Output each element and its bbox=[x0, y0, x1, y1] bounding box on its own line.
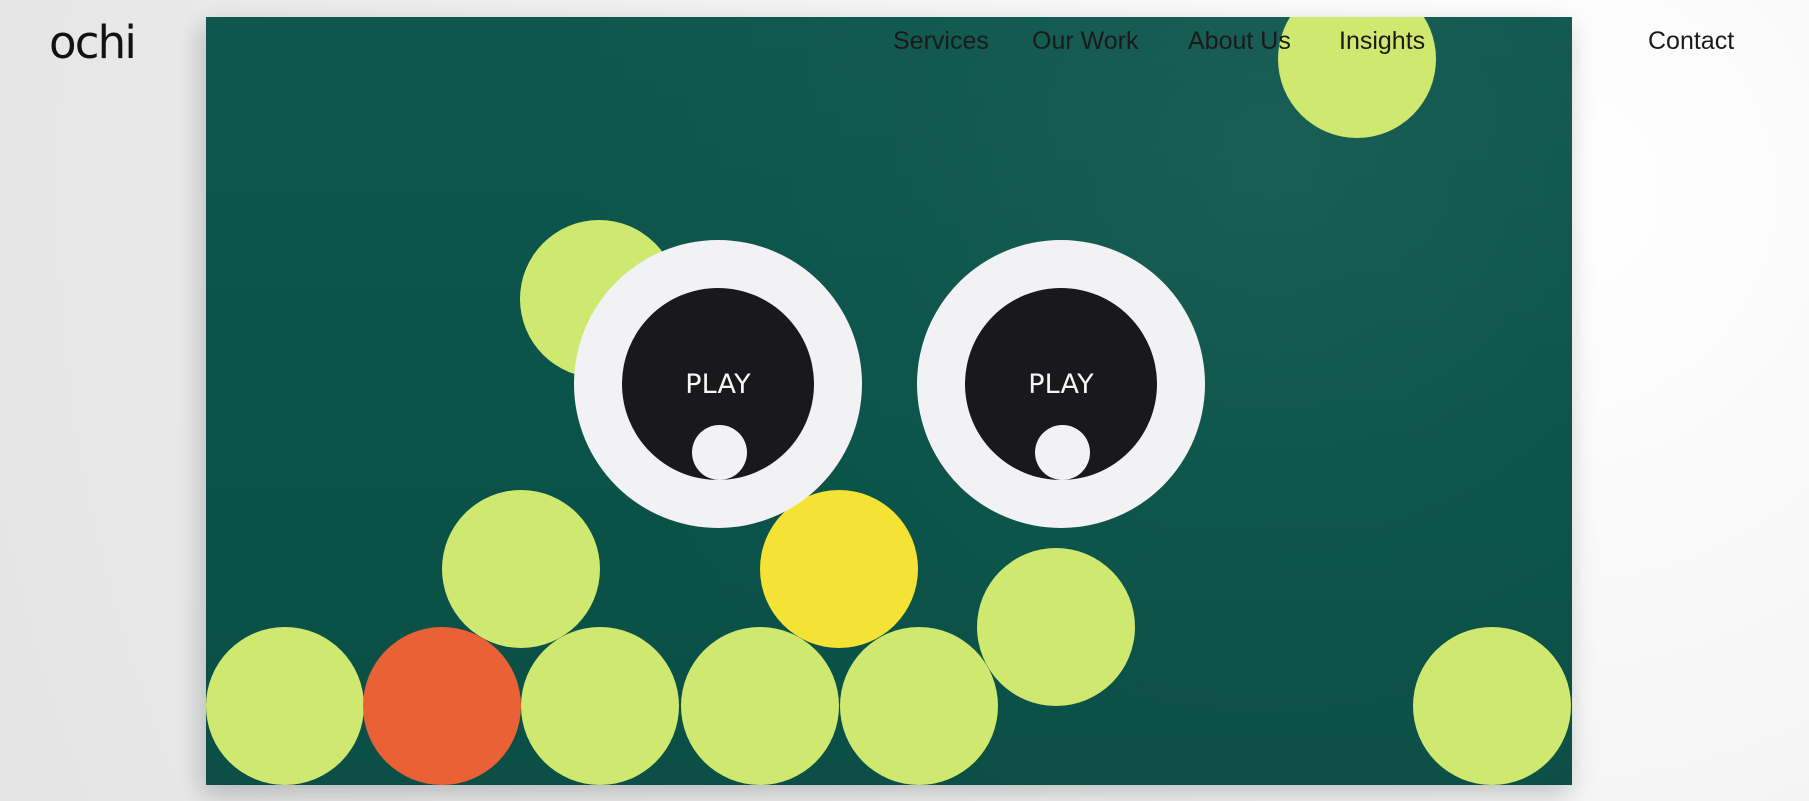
lime-ball-mid-right bbox=[977, 548, 1135, 706]
left-eye-highlight bbox=[692, 425, 747, 480]
right-eye-highlight bbox=[1035, 425, 1090, 480]
orange-ball bbox=[363, 627, 521, 785]
right-eye-pupil[interactable]: PLAY bbox=[965, 288, 1157, 480]
left-eye[interactable]: PLAY bbox=[574, 240, 862, 528]
lime-ball-bottom-3 bbox=[681, 627, 839, 785]
nav-insights[interactable]: Insights bbox=[1339, 26, 1425, 56]
lime-ball-bottom-2 bbox=[521, 627, 679, 785]
lime-ball-bottom-1 bbox=[206, 627, 364, 785]
left-eye-pupil[interactable]: PLAY bbox=[622, 288, 814, 480]
right-eye-play-label: PLAY bbox=[1028, 369, 1094, 400]
lime-ball-mid-left bbox=[442, 490, 600, 648]
left-eye-play-label: PLAY bbox=[685, 369, 751, 400]
nav-contact[interactable]: Contact bbox=[1648, 26, 1734, 56]
right-eye[interactable]: PLAY bbox=[917, 240, 1205, 528]
nav-our-work[interactable]: Our Work bbox=[1032, 26, 1139, 56]
nav-about-us[interactable]: About Us bbox=[1188, 26, 1291, 56]
hero-illustration: PLAY PLAY bbox=[206, 17, 1572, 785]
yellow-ball bbox=[760, 490, 918, 648]
lime-ball-bottom-right bbox=[1413, 627, 1571, 785]
brand-logo[interactable]: ochi bbox=[49, 18, 137, 68]
lime-ball-bottom-4 bbox=[840, 627, 998, 785]
nav-services[interactable]: Services bbox=[893, 26, 989, 56]
